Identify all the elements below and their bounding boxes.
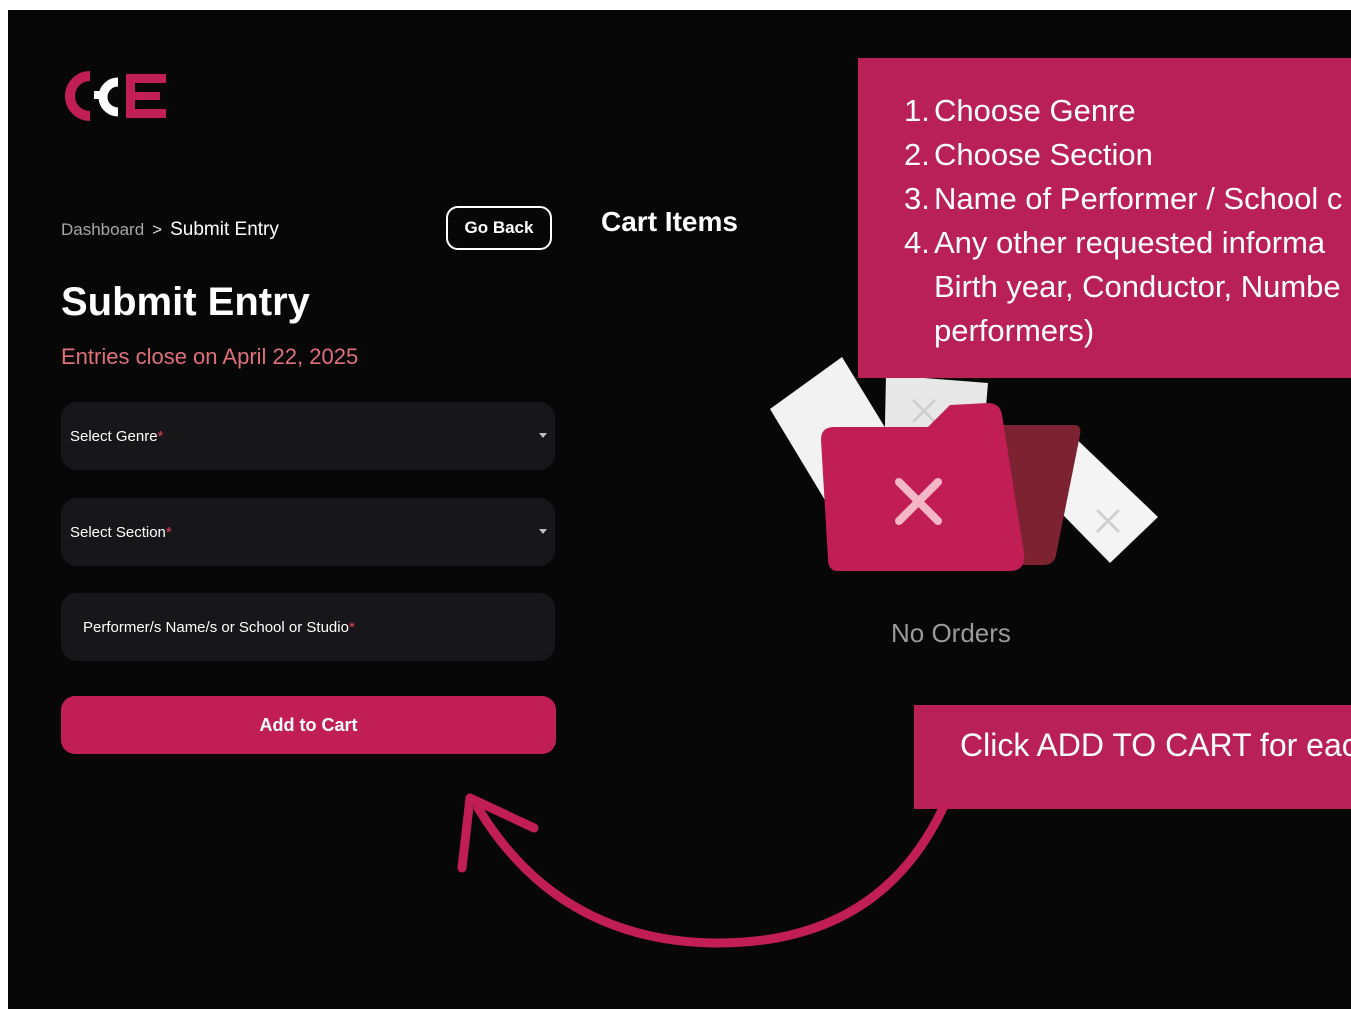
step-text: Choose Genre	[934, 93, 1136, 128]
page-title: Submit Entry	[61, 280, 310, 324]
genre-select[interactable]: Select Genre *	[61, 402, 555, 470]
breadcrumb-separator: >	[152, 220, 163, 239]
performer-name-input[interactable]: Performer/s Name/s or School or Studio *	[61, 593, 555, 661]
instructions-overlay: 1. Choose Genre 2. Choose Section 3. Name o…	[858, 58, 1351, 378]
step-text: Choose Section	[934, 137, 1153, 172]
empty-folder-icon	[770, 357, 1158, 571]
entries-deadline-text: Entries close on April 22, 2025	[61, 344, 359, 369]
required-asterisk: *	[165, 523, 172, 541]
step-text: Name of Performer / School c	[934, 181, 1343, 216]
add-to-cart-button[interactable]: Add to Cart	[61, 696, 556, 754]
instruction-step: 2. Choose Section	[904, 133, 1351, 177]
required-asterisk: *	[157, 427, 164, 445]
instruction-step-continuation: performers)	[934, 313, 1095, 348]
section-select-label: Select Section	[70, 523, 166, 541]
breadcrumb-dashboard-link[interactable]: Dashboard	[61, 220, 144, 240]
chevron-down-icon	[539, 433, 547, 438]
curved-arrow-icon	[457, 793, 948, 948]
no-orders-text: No Orders	[891, 618, 1011, 648]
breadcrumb: Dashboard > Submit Entry	[61, 219, 279, 241]
step-number: 3.	[904, 181, 930, 216]
instruction-step: 4. Any other requested informa	[904, 221, 1351, 265]
instructions-list: 1. Choose Genre 2. Choose Section 3. Name o…	[904, 89, 1351, 353]
chevron-down-icon	[539, 529, 547, 534]
step-number: 4.	[904, 225, 930, 260]
required-asterisk: *	[348, 618, 355, 636]
step-text: Any other requested informa	[934, 225, 1326, 260]
cart-items-title: Cart Items	[601, 206, 738, 237]
step-number: 1.	[904, 93, 930, 128]
go-back-button[interactable]: Go Back	[446, 206, 552, 250]
section-select[interactable]: Select Section *	[61, 498, 555, 566]
instruction-step: 3. Name of Performer / School c	[904, 177, 1351, 221]
add-to-cart-hint-overlay: Click ADD TO CART for eac	[914, 705, 1351, 809]
performer-input-label: Performer/s Name/s or School or Studio	[83, 618, 349, 636]
app-screen: Dashboard > Submit Entry Go Back Submit …	[8, 10, 1351, 1009]
gce-logo	[65, 71, 166, 121]
step-number: 2.	[904, 137, 930, 172]
genre-select-label: Select Genre	[70, 427, 158, 445]
instruction-step: 1. Choose Genre	[904, 89, 1351, 133]
breadcrumb-current: Submit Entry	[170, 219, 279, 240]
instruction-step-continuation: Birth year, Conductor, Numbe	[934, 269, 1341, 304]
